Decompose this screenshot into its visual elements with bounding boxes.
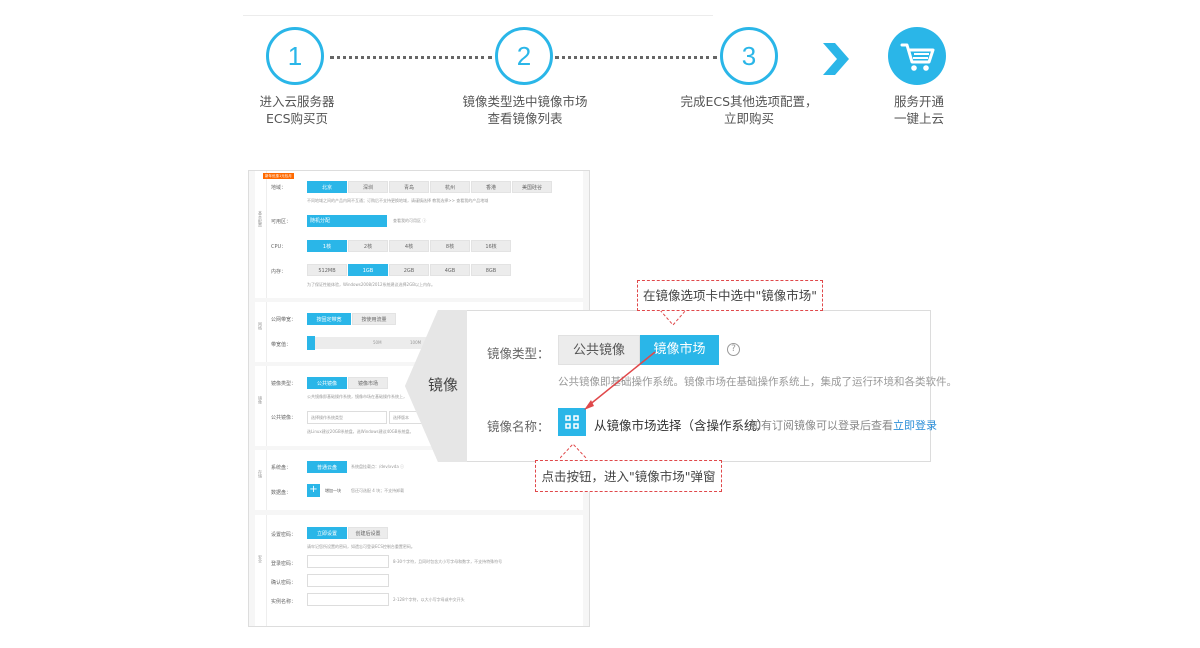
add-data-disk-button[interactable]: + [307,484,320,497]
bandwidth-label: 带宽值： [271,342,292,348]
cpu-option[interactable]: 16核 [471,240,511,252]
step-2-label: 镜像类型选中镜像市场 查看镜像列表 [462,94,588,126]
step-connector-2 [555,56,717,59]
image-type-market[interactable]: 镜像市场 [348,377,388,389]
step-2-circle: 2 [495,27,553,85]
cpu-option[interactable]: 1核 [307,240,347,252]
public-image-label: 公共镜像： [271,415,297,421]
set-password-later[interactable]: 创建后设置 [348,527,388,539]
confirm-password-input[interactable] [307,574,389,587]
step-3-label: 完成ECS其他选项配置， 立即购买 [680,94,818,126]
instance-name-label: 实例名称： [271,599,297,605]
step-1-label: 进入云服务器 ECS购买页 [259,94,335,126]
region-label: 地域： [271,185,287,191]
security-panel: 安全 设置密码： 立即设置 创建后设置 请牢记您所设置的密码，如遗忘可登录ECS… [255,515,583,626]
memory-label: 内存： [271,269,287,275]
step-1-circle: 1 [266,27,324,85]
cpu-option[interactable]: 8核 [430,240,470,252]
data-disk-label: 数据盘： [271,490,292,496]
image-type-public[interactable]: 公共镜像 [307,377,347,389]
image-type-label: 镜像类型： [487,346,550,361]
annotation-select-market: 在镜像选项卡中选中"镜像市场" [637,280,823,311]
login-password-note: 8-30个字符，且同时包含大小写字母和数字，不支持特殊符号 [393,559,503,564]
image-type-label: 镜像类型： [271,381,297,387]
os-type-select[interactable]: 选择操作系统类型 [307,411,387,424]
region-option[interactable]: 香港 [471,181,511,193]
annotation-click-button: 点击按钮，进入"镜像市场"弹窗 [535,460,722,492]
memory-option[interactable]: 512MB [307,264,347,276]
confirm-password-label: 确认密码： [271,580,297,586]
region-option[interactable]: 杭州 [430,181,470,193]
bandwidth-mark: 50M [373,340,382,345]
step-connector-1 [330,56,492,59]
side-label-basic: 基本配置 [255,171,267,298]
memory-note: 为了保证性能体验，Windows2008/2012系统建议选择2GB以上内存。 [307,282,435,287]
step-4-label: 服务开通 一键上云 [893,94,944,126]
instance-name-note: 2-128个字符，以大小写字母或中文开头 [393,597,465,602]
bandwidth-type-option[interactable]: 按固定带宽 [307,313,351,325]
cpu-label: CPU： [271,244,287,250]
zone-select[interactable]: 随机分配 [307,215,387,227]
memory-option[interactable]: 2GB [389,264,429,276]
callout-title: 镜像 [428,376,459,394]
basic-config-panel: 基本配置 新年优惠1元包月 地域： 北京 深圳 青岛 杭州 香港 美国硅谷 不同… [255,171,583,298]
image-note: 公共镜像即基础操作系统，镜像市场在基础操作系统上， [307,394,407,399]
password-note: 请牢记您所设置的密码，如遗忘可登录ECS控制台重置密码。 [307,544,415,549]
login-link[interactable]: 立即登录 [893,419,937,432]
system-disk-select[interactable]: 普通云盘 [307,461,347,473]
image-note-2: 选Linux建议20GB系统盘，选Windows建议40GB系统盘。 [307,429,414,434]
region-option[interactable]: 美国硅谷 [512,181,552,193]
memory-option[interactable]: 8GB [471,264,511,276]
top-divider [243,15,713,16]
zone-note: 查看我的可用区 ⓘ [393,218,427,223]
image-name-label: 镜像名称： [487,419,550,434]
bandwidth-type-label: 公网带宽： [271,317,297,323]
memory-option[interactable]: 4GB [430,264,470,276]
side-label-network: 网络 [255,302,267,362]
login-password-input[interactable] [307,555,389,568]
zone-label: 可用区： [271,219,292,225]
add-data-disk-label: 增加一块 [325,488,341,493]
shopping-cart-icon [888,27,946,85]
memory-option[interactable]: 1GB [348,264,388,276]
password-setting-label: 设置密码： [271,532,297,538]
login-hint: 如有订阅镜像可以登录后查看立即登录 [750,419,937,432]
disk-note: 系统盘挂载点：/dev/xvda ⓘ [351,464,405,469]
system-disk-label: 系统盘： [271,465,292,471]
step-3-circle: 3 [720,27,778,85]
region-option[interactable]: 深圳 [348,181,388,193]
side-label-storage: 存储 [255,450,267,510]
bandwidth-type-option[interactable]: 按使用流量 [352,313,396,325]
data-disk-note: 您还可选配 4 块；不支持卸载 [351,488,405,493]
promo-tag: 新年优惠1元包月 [263,173,294,179]
login-password-label: 登录密码： [271,561,297,567]
side-label-image: 镜像 [255,366,267,446]
cpu-option[interactable]: 4核 [389,240,429,252]
region-note: 不同地域之间的产品内网不互通；订购后不支持更换地域，请谨慎选择 教我选择>> 查… [307,198,489,203]
set-password-now[interactable]: 立即设置 [307,527,347,539]
side-label-security: 安全 [255,515,267,626]
cpu-option[interactable]: 2核 [348,240,388,252]
chevron-right-icon [823,43,849,75]
slider-handle[interactable] [307,336,315,350]
instance-name-input[interactable] [307,593,389,606]
region-option[interactable]: 北京 [307,181,347,193]
region-option[interactable]: 青岛 [389,181,429,193]
